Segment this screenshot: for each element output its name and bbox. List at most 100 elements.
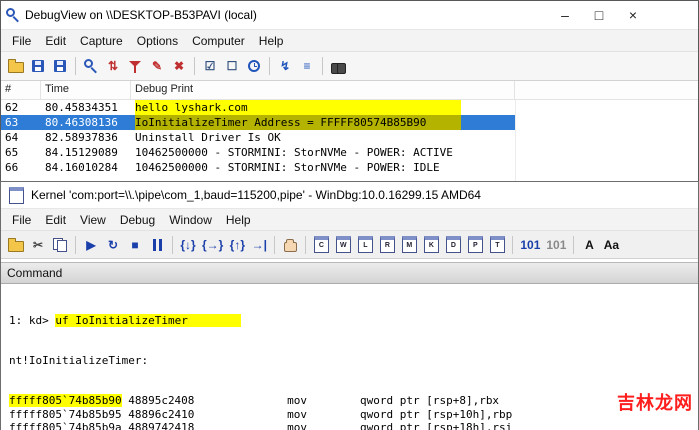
row-number: 62 xyxy=(5,101,19,114)
autoscroll-icon[interactable]: ⇅ xyxy=(102,55,124,77)
capture-events-icon[interactable]: ↯ xyxy=(274,55,296,77)
log-to-file-icon[interactable] xyxy=(49,55,71,77)
clock-icon[interactable] xyxy=(243,55,265,77)
debug-print-text: Uninstall Driver Is OK xyxy=(135,131,281,144)
windbg-app-icon xyxy=(9,186,24,204)
row-time: 80.45834351 xyxy=(45,101,118,114)
column-header-time[interactable]: Time xyxy=(41,81,131,99)
step-out-icon[interactable]: {↑} xyxy=(226,234,248,256)
menu-help[interactable]: Help xyxy=(219,211,258,229)
copy-icon[interactable] xyxy=(49,234,71,256)
history-depth-icon[interactable]: ≡ xyxy=(296,55,318,77)
row-time: 82.58937836 xyxy=(45,131,118,144)
debug-print-text: 10462500000 - STORMINI: StorNVMe - POWER… xyxy=(135,161,440,174)
capture-win32-icon[interactable]: ☐ xyxy=(221,55,243,77)
column-header-debug-print[interactable]: Debug Print xyxy=(131,81,515,99)
cut-icon[interactable]: ✂ xyxy=(27,234,49,256)
watch-window-icon[interactable]: W xyxy=(332,234,354,256)
highlighted-text: IoInitializeTimer Address = FFFFF80574B8… xyxy=(135,115,461,130)
debug-row-63[interactable]: 63 80.46308136 IoInitializeTimer Address =… xyxy=(1,115,515,130)
debug-row-64[interactable]: 64 82.58937836 Uninstall Driver Is OK xyxy=(1,130,515,145)
menu-debug[interactable]: Debug xyxy=(113,211,162,229)
run-to-cursor-icon[interactable]: →| xyxy=(248,234,270,256)
break-icon[interactable] xyxy=(146,234,168,256)
opcode-bytes: 4889742418 xyxy=(128,421,195,430)
address: fffff805`74b85b95 xyxy=(9,407,122,421)
toolbar-separator xyxy=(172,235,173,254)
row-number: 65 xyxy=(5,146,19,159)
menu-computer[interactable]: Computer xyxy=(185,32,252,50)
source-mode-on-icon[interactable]: 101 xyxy=(517,234,543,256)
filter-icon[interactable] xyxy=(124,55,146,77)
save-icon[interactable] xyxy=(27,55,49,77)
toolbar-separator xyxy=(305,235,307,254)
debugview-rows: 62 80.45834351 hello lyshark.com 63 80.46308… xyxy=(1,100,698,192)
menu-help[interactable]: Help xyxy=(252,32,291,50)
maximize-button[interactable]: □ xyxy=(582,1,616,29)
menu-options[interactable]: Options xyxy=(130,32,185,50)
command-input-text: uf IoInitializeTimer xyxy=(55,313,242,328)
menu-capture[interactable]: Capture xyxy=(73,32,130,50)
command-panel-titlebar[interactable]: Command xyxy=(1,262,698,284)
debug-row-65[interactable]: 65 84.15129089 10462500000 - STORMINI: Sto… xyxy=(1,145,515,160)
processes-threads-icon[interactable]: T xyxy=(486,234,508,256)
mnemonic: mov xyxy=(287,407,308,421)
command-output[interactable]: 1: kd> uf IoInitializeTimer nt!IoInitial… xyxy=(1,284,698,430)
debug-row-66[interactable]: 66 84.16010284 10462500000 - STORMINI: Sto… xyxy=(1,160,515,175)
stop-debugging-icon[interactable]: ■ xyxy=(124,234,146,256)
close-button[interactable]: × xyxy=(616,1,650,29)
kd-prompt: 1: kd> xyxy=(9,313,56,327)
debugview-titlebar[interactable]: DebugView on \\DESKTOP-B53PAVI (local) –… xyxy=(1,1,698,29)
menu-file[interactable]: File xyxy=(5,32,38,50)
row-number: 66 xyxy=(5,161,19,174)
toolbar-separator xyxy=(512,235,514,254)
row-number: 63 xyxy=(5,116,19,129)
column-header-number[interactable]: # xyxy=(1,81,41,99)
row-number: 64 xyxy=(5,131,19,144)
command-panel-title: Command xyxy=(7,266,63,280)
toolbar-separator xyxy=(322,57,323,75)
menu-view[interactable]: View xyxy=(73,211,113,229)
call-stack-window-icon[interactable]: K xyxy=(420,234,442,256)
restart-icon[interactable]: ↻ xyxy=(102,234,124,256)
disassembly-window-icon[interactable]: D xyxy=(442,234,464,256)
step-into-icon[interactable]: {↓} xyxy=(177,234,199,256)
debug-print-text: IoInitializeTimer Address = FFFFF80574B8… xyxy=(131,115,515,130)
menu-window[interactable]: Window xyxy=(162,211,219,229)
windbg-titlebar[interactable]: Kernel 'com:port=\\.\pipe\com_1,baud=115… xyxy=(1,182,698,208)
memory-window-icon[interactable]: M xyxy=(398,234,420,256)
address: fffff805`74b85b9a xyxy=(9,421,122,430)
source-mode-off-icon[interactable]: 101 xyxy=(543,234,569,256)
insert-breakpoint-icon[interactable] xyxy=(279,234,301,256)
scratch-pad-icon[interactable]: P xyxy=(464,234,486,256)
column-header-filler xyxy=(515,81,698,99)
open-source-file-icon[interactable] xyxy=(5,234,27,256)
highlight-icon[interactable]: ✎ xyxy=(146,55,168,77)
toolbar-separator xyxy=(75,235,76,254)
window-controls: – □ × xyxy=(548,1,650,29)
menu-edit[interactable]: Edit xyxy=(38,211,73,229)
step-over-icon[interactable]: {→} xyxy=(199,234,226,256)
debug-row-62[interactable]: 62 80.45834351 hello lyshark.com xyxy=(1,100,515,115)
command-window-icon[interactable]: C xyxy=(310,234,332,256)
text-size-icon[interactable]: Aa xyxy=(600,234,622,256)
operands: qword ptr [rsp+10h],rbp xyxy=(359,407,513,421)
capture-kernel-icon[interactable]: ☑ xyxy=(199,55,221,77)
open-log-icon[interactable] xyxy=(5,55,27,77)
disasm-line: fffff805`74b85b9a 4889742418 mov qword ptr … xyxy=(9,421,698,430)
toolbar-separator xyxy=(274,235,276,254)
toolbar-separator xyxy=(269,57,270,75)
clear-display-icon[interactable]: ✖ xyxy=(168,55,190,77)
go-icon[interactable]: ▶ xyxy=(80,234,102,256)
registers-window-icon[interactable]: R xyxy=(376,234,398,256)
locals-window-icon[interactable]: L xyxy=(354,234,376,256)
capture-icon[interactable] xyxy=(80,55,102,77)
minimize-button[interactable]: – xyxy=(548,1,582,29)
debugview-app-icon xyxy=(6,7,15,17)
menu-file[interactable]: File xyxy=(5,211,38,229)
opcode-bytes: 48895c2408 xyxy=(128,394,195,408)
debugview-toolbar: ⇅ ✎ ✖ ☑ ☐ ↯ ≡ xyxy=(1,51,698,81)
font-icon[interactable]: A xyxy=(578,234,600,256)
find-icon[interactable] xyxy=(327,55,349,77)
menu-edit[interactable]: Edit xyxy=(38,32,73,50)
